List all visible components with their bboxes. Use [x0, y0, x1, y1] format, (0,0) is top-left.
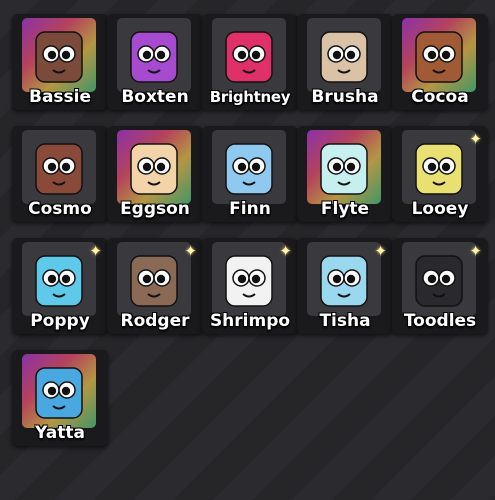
character-card-bassie[interactable]: Bassie	[12, 14, 108, 110]
tisha-icon	[307, 242, 381, 316]
bassie-icon	[22, 18, 96, 92]
character-name: Poppy	[30, 311, 90, 331]
character-card-toodles[interactable]: ✦ Toodles	[392, 238, 488, 334]
character-card-finn[interactable]: Finn	[202, 126, 298, 222]
boxten-icon	[117, 18, 191, 92]
brightney-icon	[212, 18, 286, 92]
character-card-flyte[interactable]: Flyte	[297, 126, 393, 222]
character-name: Rodger	[120, 311, 190, 331]
character-name: Yatta	[35, 423, 85, 443]
character-card-looey[interactable]: ✦ Looey	[392, 126, 488, 222]
toodles-icon	[402, 242, 476, 316]
character-grid: Bassie Boxten Brightney Brusha Cocoa Cosmo Egg…	[0, 0, 495, 500]
character-card-yatta[interactable]: Yatta	[12, 350, 108, 446]
character-name: Brusha	[311, 87, 379, 107]
character-name: Eggson	[120, 199, 190, 219]
character-name: Looey	[411, 199, 469, 219]
character-card-shrimpo[interactable]: ✦ Shrimpo	[202, 238, 298, 334]
character-card-tisha[interactable]: ✦ Tisha	[297, 238, 393, 334]
character-card-cocoa[interactable]: Cocoa	[392, 14, 488, 110]
character-name: Shrimpo	[209, 311, 291, 331]
shrimpo-icon	[212, 242, 286, 316]
poppy-icon	[22, 242, 96, 316]
character-name: Flyte	[320, 199, 370, 219]
character-name: Cocoa	[411, 87, 469, 107]
rodger-icon	[117, 242, 191, 316]
character-card-cosmo[interactable]: Cosmo	[12, 126, 108, 222]
eggson-icon	[117, 130, 191, 204]
character-card-boxten[interactable]: Boxten	[107, 14, 203, 110]
sparkle-icon: ✦	[469, 242, 482, 260]
yatta-icon	[22, 354, 96, 428]
brusha-icon	[307, 18, 381, 92]
character-card-rodger[interactable]: ✦ Rodger	[107, 238, 203, 334]
sparkle-icon: ✦	[184, 242, 197, 260]
character-name: Cosmo	[28, 199, 92, 219]
character-card-brusha[interactable]: Brusha	[297, 14, 393, 110]
cocoa-icon	[402, 18, 476, 92]
flyte-icon	[307, 130, 381, 204]
character-name: Toodles	[403, 311, 477, 331]
character-card-brightney[interactable]: Brightney	[202, 14, 298, 110]
sparkle-icon: ✦	[279, 242, 292, 260]
character-name: Boxten	[121, 87, 189, 107]
looey-icon	[402, 130, 476, 204]
character-name: Tisha	[319, 311, 371, 331]
character-name: Finn	[229, 199, 271, 219]
cosmo-icon	[22, 130, 96, 204]
sparkle-icon: ✦	[89, 242, 102, 260]
character-card-eggson[interactable]: Eggson	[107, 126, 203, 222]
sparkle-icon: ✦	[374, 242, 387, 260]
sparkle-icon: ✦	[469, 130, 482, 148]
finn-icon	[212, 130, 286, 204]
character-card-poppy[interactable]: ✦ Poppy	[12, 238, 108, 334]
character-name: Brightney	[209, 88, 291, 106]
character-name: Bassie	[28, 87, 92, 107]
